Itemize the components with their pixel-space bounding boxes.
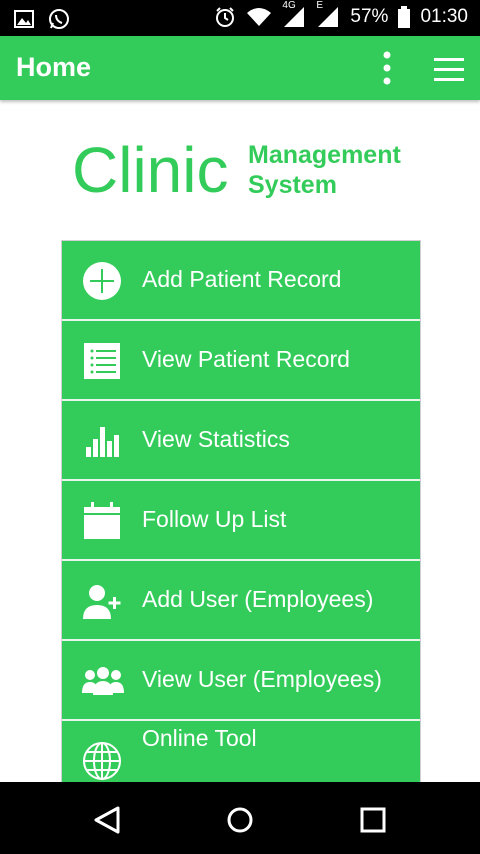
whatsapp-icon — [48, 8, 70, 30]
calendar-icon — [82, 501, 122, 541]
add-circle-icon — [82, 261, 122, 301]
add-user-icon — [82, 581, 122, 621]
page-title: Home — [16, 52, 92, 82]
brand-subtitle: Management System — [248, 140, 448, 200]
home-button[interactable] — [220, 800, 260, 840]
app-bar: Home — [0, 36, 480, 100]
alarm-icon — [214, 6, 236, 28]
menu-item-label: Follow Up List — [142, 506, 287, 532]
status-bar: 4G E 57% 01:30 — [0, 0, 480, 36]
menu-item-add-user[interactable]: Add User (Employees) — [62, 561, 420, 641]
battery-percent: 57% — [350, 6, 389, 27]
more-vert-icon — [383, 51, 391, 85]
clock: 01:30 — [420, 6, 468, 27]
recents-button[interactable] — [353, 800, 393, 840]
main-menu: Add Patient Record View Patient Record V… — [61, 240, 421, 783]
list-icon — [82, 341, 122, 381]
menu-item-online-tool[interactable]: Online Tool — [62, 721, 420, 783]
signal-icon: 4G — [282, 0, 306, 28]
wifi-icon — [246, 7, 272, 27]
network-4g-label: 4G — [282, 0, 296, 11]
hamburger-menu-button[interactable] — [432, 56, 466, 84]
back-button[interactable] — [88, 800, 128, 840]
menu-item-label: View User (Employees) — [142, 666, 382, 692]
globe-icon — [82, 741, 122, 781]
menu-item-add-patient-record[interactable]: Add Patient Record — [62, 241, 420, 321]
users-icon — [82, 661, 124, 701]
signal-icon: E — [316, 0, 340, 28]
battery-icon — [398, 6, 411, 28]
bar-chart-icon — [82, 421, 122, 461]
network-e-label: E — [316, 0, 324, 11]
gallery-icon — [14, 10, 34, 28]
menu-item-follow-up-list[interactable]: Follow Up List — [62, 481, 420, 561]
menu-item-view-patient-record[interactable]: View Patient Record — [62, 321, 420, 401]
more-options-button[interactable] — [378, 50, 396, 86]
menu-item-label: View Patient Record — [142, 346, 350, 372]
menu-item-label: Add User (Employees) — [142, 586, 374, 612]
brand-subtitle-line1: Management — [248, 141, 401, 169]
recents-icon — [360, 807, 386, 833]
menu-item-label: Add Patient Record — [142, 266, 342, 292]
back-icon — [94, 806, 120, 834]
menu-icon — [434, 58, 464, 81]
home-icon — [227, 807, 253, 833]
menu-item-label: Online Tool — [142, 725, 257, 751]
menu-item-view-statistics[interactable]: View Statistics — [62, 401, 420, 481]
menu-item-view-user[interactable]: View User (Employees) — [62, 641, 420, 721]
navigation-bar — [0, 782, 480, 854]
menu-item-label: View Statistics — [142, 426, 290, 452]
brand-subtitle-line2: System — [248, 171, 337, 199]
brand-name: Clinic — [72, 134, 229, 206]
